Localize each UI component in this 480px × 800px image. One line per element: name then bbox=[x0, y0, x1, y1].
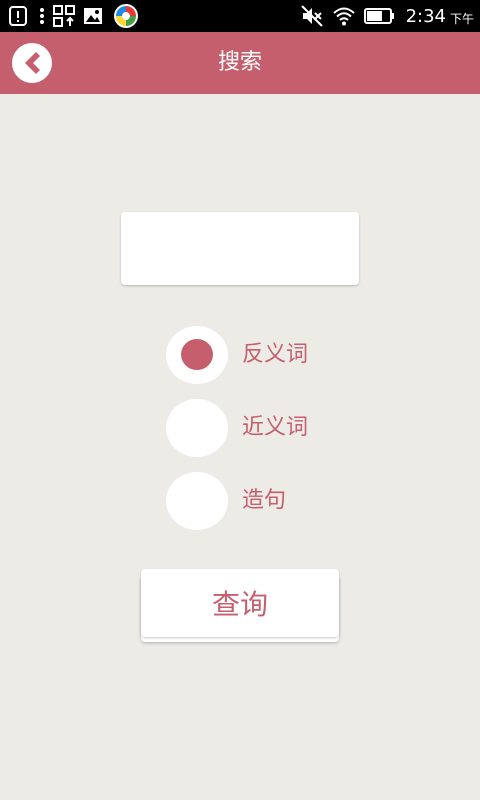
radio-button[interactable] bbox=[166, 326, 228, 384]
search-input[interactable] bbox=[121, 212, 359, 285]
page-title: 搜索 bbox=[217, 50, 262, 75]
battery-icon bbox=[363, 4, 396, 28]
qr-upload-icon bbox=[52, 4, 76, 28]
more-icon bbox=[38, 4, 46, 28]
image-icon bbox=[82, 4, 106, 28]
app-header: 搜索 bbox=[0, 32, 480, 94]
radio-label: 反义词 bbox=[242, 342, 309, 367]
radio-selected-dot bbox=[181, 339, 213, 370]
radio-option-synonym[interactable]: 近义词 bbox=[166, 399, 346, 459]
status-time: 2:34 bbox=[405, 5, 446, 27]
radio-label: 近义词 bbox=[242, 415, 309, 440]
query-button[interactable]: 查询 bbox=[141, 569, 339, 637]
radio-option-antonym[interactable]: 反义词 bbox=[166, 326, 346, 386]
status-bar-right: 2:34 下午 bbox=[300, 4, 474, 28]
status-bar: 2:34 下午 bbox=[0, 0, 480, 32]
status-ampm: 下午 bbox=[449, 11, 474, 26]
back-button[interactable] bbox=[12, 43, 52, 83]
chevron-left-icon bbox=[25, 52, 40, 74]
status-bar-left bbox=[8, 4, 146, 28]
radio-button[interactable] bbox=[166, 472, 228, 530]
wifi-icon bbox=[332, 4, 356, 28]
mute-icon bbox=[300, 4, 324, 28]
radio-button[interactable] bbox=[166, 399, 228, 457]
alert-icon bbox=[8, 4, 32, 28]
radio-option-sentence[interactable]: 造句 bbox=[166, 472, 346, 532]
radio-label: 造句 bbox=[242, 488, 287, 513]
app-icon bbox=[112, 2, 140, 30]
